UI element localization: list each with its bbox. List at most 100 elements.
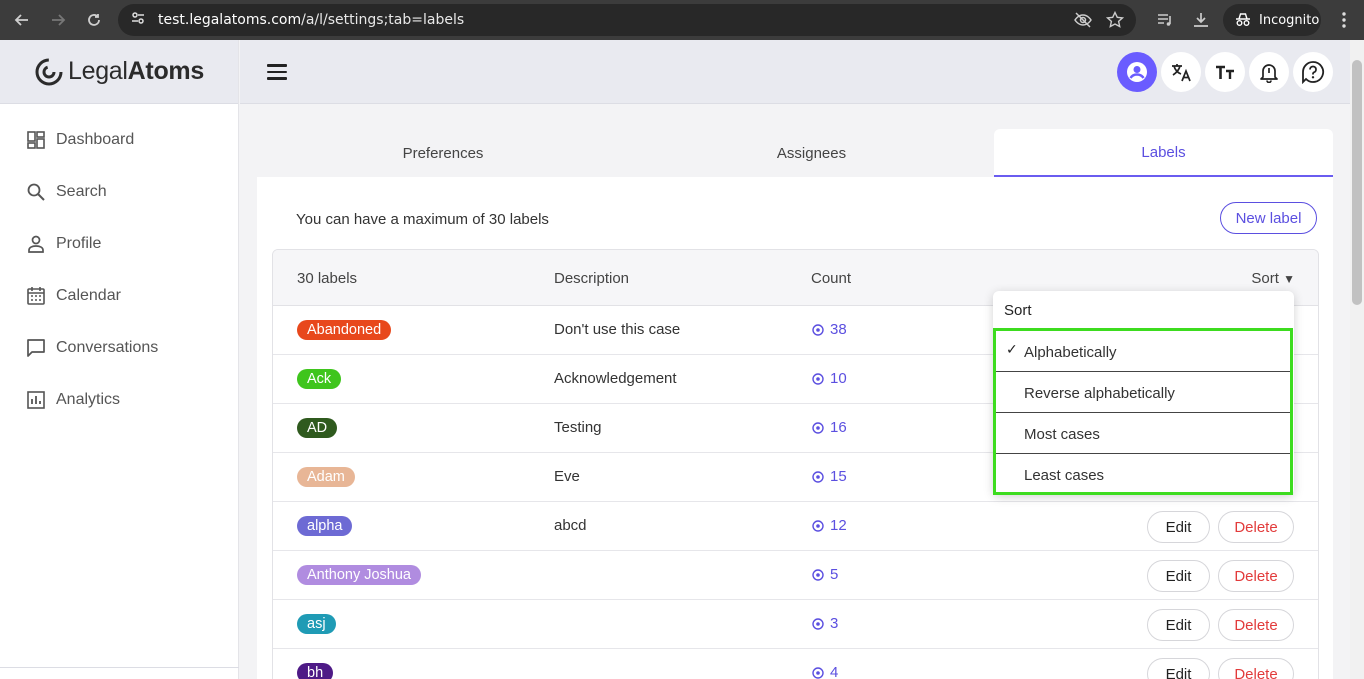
calendar-icon bbox=[27, 287, 45, 305]
new-label-button[interactable]: New label bbox=[1220, 202, 1317, 234]
delete-button[interactable]: Delete bbox=[1218, 560, 1294, 592]
label-chip[interactable]: AD bbox=[297, 418, 338, 438]
label-chip[interactable]: alpha bbox=[297, 516, 353, 536]
tab-assignees[interactable]: Assignees bbox=[629, 129, 994, 177]
menu-icon[interactable] bbox=[267, 64, 287, 80]
dashboard-icon bbox=[27, 131, 45, 149]
incognito-indicator[interactable]: Incognito bbox=[1223, 4, 1321, 36]
help-button[interactable] bbox=[1293, 52, 1333, 92]
label-count[interactable]: 16 bbox=[812, 419, 847, 436]
help-icon bbox=[1302, 61, 1325, 84]
sidebar-item-analytics[interactable]: Analytics bbox=[0, 374, 238, 426]
header-count: Count bbox=[811, 270, 852, 287]
person-icon bbox=[28, 235, 44, 253]
page-scrollbar[interactable] bbox=[1350, 40, 1364, 679]
account-circle-icon bbox=[1127, 62, 1147, 82]
target-icon bbox=[812, 568, 824, 581]
target-icon bbox=[812, 470, 824, 483]
edit-button[interactable]: Edit bbox=[1147, 560, 1210, 592]
address-bar[interactable]: test.legalatoms.com/a/l/settings;tab=lab… bbox=[118, 4, 1136, 36]
edit-button[interactable]: Edit bbox=[1147, 511, 1210, 543]
label-count-value: 4 bbox=[830, 664, 839, 679]
sort-options-highlight: ✓ Alphabetically Reverse alphabetically … bbox=[993, 328, 1293, 495]
label-chip[interactable]: Ack bbox=[297, 369, 342, 389]
sort-option-reverse-alphabetically[interactable]: Reverse alphabetically bbox=[996, 372, 1290, 413]
incognito-label: Incognito bbox=[1259, 12, 1320, 28]
media-queue-icon[interactable] bbox=[1152, 7, 1178, 33]
sidebar-item-conversations[interactable]: Conversations bbox=[0, 322, 238, 374]
label-count[interactable]: 10 bbox=[812, 370, 847, 387]
account-button[interactable] bbox=[1117, 52, 1157, 92]
sidebar-item-search[interactable]: Search bbox=[0, 166, 238, 218]
label-chip[interactable]: Adam bbox=[297, 467, 355, 487]
more-vert-icon[interactable] bbox=[1331, 7, 1357, 33]
site-info-icon[interactable] bbox=[130, 10, 146, 31]
bell-icon bbox=[1260, 64, 1278, 83]
edit-button[interactable]: Edit bbox=[1147, 658, 1210, 679]
sidebar-item-profile[interactable]: Profile bbox=[0, 218, 238, 270]
eye-off-icon[interactable] bbox=[1070, 7, 1096, 33]
label-count[interactable]: 12 bbox=[812, 517, 847, 534]
delete-button[interactable]: Delete bbox=[1218, 511, 1294, 543]
label-description: Eve bbox=[554, 468, 580, 485]
label-count-value: 12 bbox=[830, 517, 847, 534]
star-icon[interactable] bbox=[1102, 7, 1128, 33]
edit-button[interactable]: Edit bbox=[1147, 609, 1210, 641]
table-row: asj 3 Edit Delete bbox=[273, 600, 1318, 649]
sort-dropdown: Sort ✓ Alphabetically Reverse alphabetic… bbox=[993, 291, 1294, 495]
sidebar-item-calendar[interactable]: Calendar bbox=[0, 270, 238, 322]
reload-icon[interactable] bbox=[81, 7, 107, 33]
label-chip[interactable]: Abandoned bbox=[297, 320, 392, 340]
table-row: bh 4 Edit Delete bbox=[273, 649, 1318, 679]
translate-button[interactable] bbox=[1161, 52, 1201, 92]
sidebar-item-label: Calendar bbox=[56, 287, 121, 304]
label-chip[interactable]: asj bbox=[297, 614, 336, 634]
sidebar-footer bbox=[0, 667, 239, 679]
sort-option-alphabetically[interactable]: ✓ Alphabetically bbox=[996, 331, 1290, 372]
translate-icon bbox=[1172, 64, 1191, 82]
delete-button[interactable]: Delete bbox=[1218, 609, 1294, 641]
sort-option-least-cases[interactable]: Least cases bbox=[996, 454, 1290, 495]
sort-button[interactable]: Sort ▼ bbox=[1251, 270, 1295, 287]
sort-option-label: Reverse alphabetically bbox=[1024, 385, 1175, 402]
app-logo[interactable]: LegalAtoms bbox=[0, 40, 238, 104]
sort-label: Sort bbox=[1251, 270, 1279, 287]
chat-icon bbox=[27, 339, 45, 357]
incognito-icon bbox=[1236, 13, 1250, 26]
label-count-value: 16 bbox=[830, 419, 847, 436]
tab-preferences[interactable]: Preferences bbox=[257, 129, 629, 177]
table-row: Anthony Joshua 5 Edit Delete bbox=[273, 551, 1318, 600]
label-chip[interactable]: bh bbox=[297, 663, 334, 679]
target-icon bbox=[812, 617, 824, 630]
browser-toolbar: test.legalatoms.com/a/l/settings;tab=lab… bbox=[0, 0, 1364, 40]
target-icon bbox=[812, 519, 824, 532]
text-size-button[interactable] bbox=[1205, 52, 1245, 92]
sort-option-most-cases[interactable]: Most cases bbox=[996, 413, 1290, 454]
label-count[interactable]: 15 bbox=[812, 468, 847, 485]
back-icon[interactable] bbox=[9, 7, 35, 33]
sidebar-item-label: Analytics bbox=[56, 391, 121, 408]
sidebar-item-label: Profile bbox=[56, 235, 102, 252]
sidebar-item-dashboard[interactable]: Dashboard bbox=[0, 114, 238, 166]
label-count[interactable]: 4 bbox=[812, 664, 838, 679]
download-icon[interactable] bbox=[1188, 7, 1214, 33]
label-count[interactable]: 3 bbox=[812, 615, 838, 632]
text-size-icon bbox=[1216, 65, 1234, 79]
tab-labels[interactable]: Labels bbox=[994, 129, 1333, 177]
sidebar-item-label: Dashboard bbox=[56, 131, 135, 148]
settings-tabs: Preferences Assignees Labels bbox=[257, 129, 1333, 177]
notifications-button[interactable] bbox=[1249, 52, 1289, 92]
sort-option-label: Alphabetically bbox=[1024, 344, 1117, 361]
legalatoms-logo-icon bbox=[35, 58, 63, 85]
search-icon bbox=[27, 183, 45, 201]
label-count[interactable]: 38 bbox=[812, 321, 847, 338]
scrollbar-thumb[interactable] bbox=[1352, 60, 1362, 305]
caret-down-icon: ▼ bbox=[1283, 272, 1295, 286]
brand-name: LegalAtoms bbox=[68, 57, 204, 85]
label-count-value: 38 bbox=[830, 321, 847, 338]
forward-icon[interactable] bbox=[45, 7, 71, 33]
target-icon bbox=[812, 421, 824, 434]
delete-button[interactable]: Delete bbox=[1218, 658, 1294, 679]
label-count[interactable]: 5 bbox=[812, 566, 838, 583]
label-chip[interactable]: Anthony Joshua bbox=[297, 565, 421, 585]
